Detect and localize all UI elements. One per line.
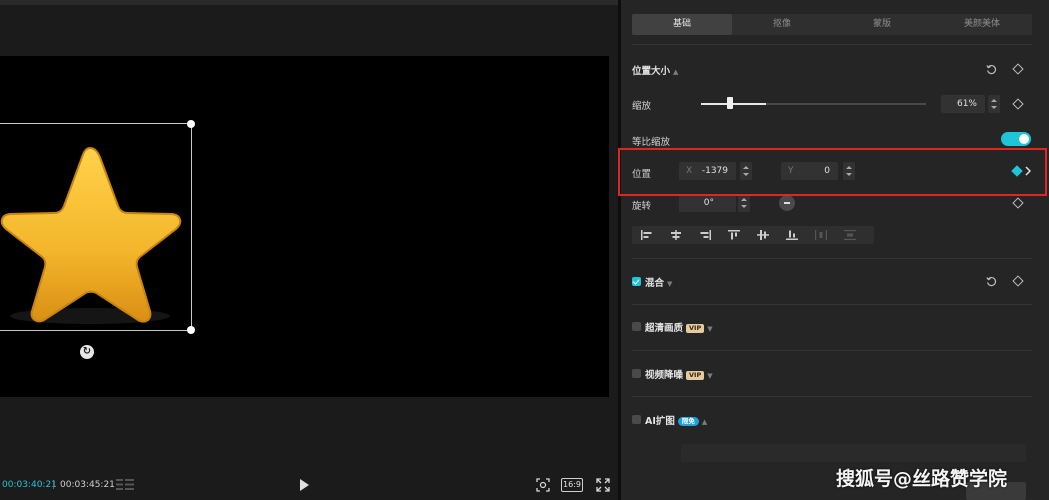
scale-slider[interactable] [701,103,926,105]
rotate-dial[interactable] [779,195,795,211]
keyframe-icon[interactable] [1012,63,1024,75]
fullscreen-icon[interactable] [596,478,610,492]
tab-basic[interactable]: 基础 [632,14,732,35]
chevron-up-icon: ▲ [673,68,679,76]
properties-panel: 基础 抠像 蒙版 美颜美体 位置大小 ▲ 缩放 61% 等比缩放 位置 X -13… [621,0,1049,500]
current-time: 00:03:40:21 [2,480,57,490]
resize-handle-bottom-right[interactable] [187,326,195,334]
ai-expand-title: AI扩图 [645,416,675,427]
chevron-down-icon: ▼ [707,325,713,333]
preview-top-bar [0,0,618,5]
fit-screen-icon[interactable] [536,478,550,492]
ai-expand-checkbox[interactable] [632,415,641,424]
total-time: 00:03:45:21 [60,480,115,490]
align-left-icon[interactable] [632,226,661,244]
list-icon[interactable] [116,478,134,491]
align-bottom-icon[interactable] [777,226,806,244]
uniform-scale-label: 等比缩放 [632,137,671,148]
section-hd-quality[interactable]: 超清画质 VIP ▼ [645,320,713,334]
blend-title: 混合 [645,278,665,289]
rotate-icon[interactable]: ↻ [80,345,94,359]
keyframe-icon[interactable] [1012,98,1024,110]
divider-line [632,350,1032,351]
tab-cutout[interactable]: 抠像 [732,14,832,35]
rotate-input[interactable]: 0° [679,194,736,212]
distribute-vertical-icon[interactable] [835,226,864,244]
align-top-icon[interactable] [719,226,748,244]
scale-value: 61% [956,99,977,109]
divider-line [632,304,1032,305]
chevron-down-icon: ▼ [707,372,713,380]
chevron-down-icon: ▼ [667,280,673,288]
resize-handle-top-right[interactable] [187,120,195,128]
denoise-title: 视频降噪 [645,370,684,381]
time-separator: | [52,480,56,490]
section-position-size[interactable]: 位置大小 ▲ [632,63,678,77]
play-icon[interactable] [300,479,309,491]
preview-panel: ↻ 00:03:40:21 | 00:03:45:21 16:9 [0,0,618,500]
divider-line [632,396,1032,397]
align-toolbar [632,226,874,244]
hd-quality-checkbox[interactable] [632,322,641,331]
divider-line [632,258,1032,259]
position-row-highlight [618,148,1047,196]
scale-input[interactable]: 61% [941,95,985,113]
property-tabs: 基础 抠像 蒙版 美颜美体 [632,14,1032,35]
denoise-checkbox[interactable] [632,369,641,378]
selection-box[interactable] [0,120,195,334]
reset-icon[interactable] [986,64,997,75]
vip-badge: VIP [686,324,705,333]
blend-checkbox[interactable] [632,277,641,286]
section-blend[interactable]: 混合 ▼ [645,275,672,289]
scale-slider-fill [701,103,766,105]
scale-stepper[interactable] [988,95,1000,113]
align-center-vertical-icon[interactable] [748,226,777,244]
tab-mask[interactable]: 蒙版 [832,14,932,35]
section-denoise[interactable]: 视频降噪 VIP ▼ [645,367,713,381]
distribute-horizontal-icon[interactable] [806,226,835,244]
uniform-scale-toggle[interactable] [1001,132,1031,146]
scale-slider-thumb[interactable] [727,97,733,109]
keyframe-icon[interactable] [1012,275,1024,287]
hd-quality-title: 超清画质 [645,323,684,334]
rotate-stepper[interactable] [738,194,750,212]
section-title-text: 位置大小 [632,66,671,77]
aspect-ratio-button[interactable]: 16:9 [561,478,583,492]
keyframe-icon[interactable] [1012,197,1024,209]
rotate-label: 旋转 [632,201,652,212]
toggle-knob [1019,134,1029,144]
reset-icon[interactable] [986,276,997,287]
ai-expand-options-field[interactable] [681,444,1026,462]
divider-line [632,44,1032,45]
chevron-up-icon: ▲ [701,418,708,426]
free-badge: 限免 [677,417,699,426]
vip-badge: VIP [686,371,705,380]
rotate-value: 0° [703,198,714,208]
playback-bar: 00:03:40:21 | 00:03:45:21 16:9 [0,470,618,500]
align-center-horizontal-icon[interactable] [661,226,690,244]
section-ai-expand[interactable]: AI扩图 限免 ▲ [645,413,707,427]
tab-beauty[interactable]: 美颜美体 [932,14,1032,35]
watermark-text: 搜狐号@丝路赞学院 [836,468,1008,490]
align-right-icon[interactable] [690,226,719,244]
scale-label: 缩放 [632,101,652,112]
